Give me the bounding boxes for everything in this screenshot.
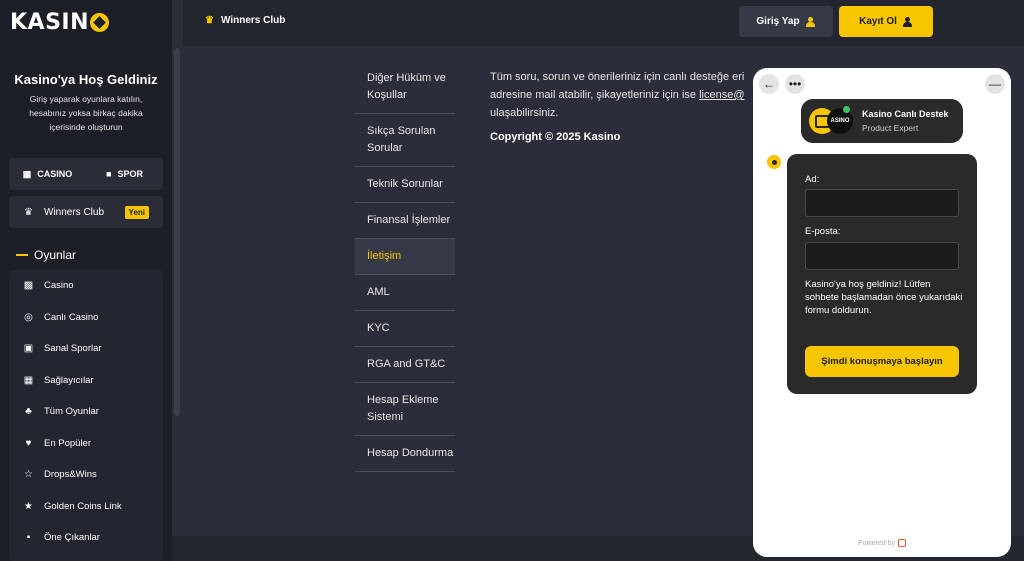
name-field[interactable] [805, 189, 959, 217]
grid-icon: ▦ [23, 374, 34, 386]
sidebar-item-one-cikanlar[interactable]: ▪ Öne Çıkanlar [9, 522, 163, 554]
gamepad-icon: ▣ [23, 343, 34, 355]
jersey-icon: ■ [106, 169, 112, 179]
games-heading: Oyunlar [16, 248, 76, 262]
user-icon [805, 16, 816, 27]
more-options-icon[interactable]: ••• [785, 74, 805, 94]
online-status-dot [843, 106, 850, 113]
sidebar-item-en-populer[interactable]: ♥ En Popüler [9, 428, 163, 460]
sidebar-item-label: Golden Coins Link [44, 500, 122, 512]
tab-spor-label: SPOR [117, 169, 143, 179]
info-menu: Diğer Hüküm ve Koşullar Sıkça Sorulan So… [355, 61, 455, 472]
sidebar-item-label: En Popüler [44, 437, 92, 449]
tab-casino-label: CASINO [37, 169, 73, 179]
tab-casino[interactable]: ▦ CASINO [9, 158, 86, 190]
email-field[interactable] [805, 242, 959, 270]
logo-o-icon [90, 13, 110, 32]
logo[interactable]: KASIN [10, 10, 110, 35]
header-winners-club-label: Winners Club [220, 15, 286, 26]
powered-by: Powered by [753, 539, 1011, 547]
menu-item-finansal-islemler[interactable]: Finansal İşlemler [355, 203, 455, 239]
form-note: Kasino'ya hoş geldiniz! Lütfen sohbete b… [805, 279, 963, 316]
agent-name: Kasino Canlı Destek [862, 109, 949, 119]
sidebar-item-tum-oyunlar[interactable]: ♣ Tüm Oyunlar [9, 396, 163, 428]
name-label: Ad: [805, 174, 820, 185]
crown-icon: ♛ [24, 206, 33, 218]
product-tabs: ▦ CASINO ■ SPOR [9, 158, 163, 190]
roulette-icon: ◎ [24, 311, 33, 323]
menu-item-sss[interactable]: Sıkça Sorulan Sorular [355, 114, 455, 167]
logo-text: KASIN [10, 10, 90, 35]
menu-item-diger-hukum[interactable]: Diğer Hüküm ve Koşullar [355, 61, 455, 114]
login-button[interactable]: Giriş Yap [739, 6, 833, 37]
register-button[interactable]: Kayıt Ol [839, 6, 933, 37]
menu-item-hesap-dondurma[interactable]: Hesap Dondurma [355, 436, 455, 472]
copyright: Copyright © 2025 Kasino [490, 131, 621, 143]
menu-item-kyc[interactable]: KYC [355, 311, 455, 347]
cup-icon: ★ [24, 500, 33, 512]
live-chat-widget: ← ••• — ASINO Kasino Canlı Destek Produc… [753, 68, 1011, 557]
header-winners-club-link[interactable]: ♛ Winners Club [205, 15, 285, 26]
sidebar-item-label: Sanal Sporlar [44, 343, 102, 355]
sidebar-item-canli-casino[interactable]: ◎ Canlı Casino [9, 302, 163, 334]
sidebar-item-label: Sağlayıcılar [44, 374, 94, 386]
back-arrow-icon[interactable]: ← [759, 74, 779, 94]
crown-icon: ♛ [205, 15, 214, 26]
sidebar-scrollbar[interactable] [174, 48, 180, 416]
start-chat-button[interactable]: Şimdi konuşmaya başlayın [805, 346, 959, 377]
contact-line-2: adresine mail atabilir, şikayetleriniz i… [490, 86, 760, 104]
menu-item-rga[interactable]: RGA and GT&C [355, 347, 455, 383]
heading-bar [16, 254, 28, 256]
register-label: Kayıt Ol [859, 16, 897, 27]
gift-icon: ▪ [26, 532, 31, 544]
welcome-text: Giriş yaparak oyunlara katılın, hesabını… [29, 94, 143, 132]
agent-avatar: ASINO [809, 106, 853, 134]
contact-line-2-text: adresine mail atabilir, şikayetleriniz i… [490, 89, 700, 101]
sidebar-item-label: Öne Çıkanlar [44, 532, 100, 544]
sidebar-item-sanal-sporlar[interactable]: ▣ Sanal Sporlar [9, 333, 163, 365]
games-list: ▩ Casino ◎ Canlı Casino ▣ Sanal Sporlar … [9, 270, 163, 561]
sidebar-item-label: Canlı Casino [44, 311, 99, 323]
menu-item-aml[interactable]: AML [355, 275, 455, 311]
menu-item-teknik-sorunlar[interactable]: Teknik Sorunlar [355, 167, 455, 203]
prechat-form: Ad: E-posta: Kasino'ya hoş geldiniz! Lüt… [787, 154, 977, 394]
games-heading-label: Oyunlar [34, 248, 77, 262]
top-header: ♛ Winners Club Giriş Yap Kayıt Ol [183, 0, 1024, 46]
avatar-text: ASINO [830, 118, 850, 124]
login-label: Giriş Yap [756, 16, 800, 27]
sidebar-item-drops-wins[interactable]: ☆ Drops&Wins [9, 459, 163, 491]
welcome-title: Kasino'ya Hoş Geldiniz [14, 72, 158, 87]
agent-card: ASINO Kasino Canlı Destek Product Expert [801, 99, 963, 143]
sidebar-item-label: Tüm Oyunlar [44, 406, 99, 418]
contact-text: Tüm soru, sorun ve önerileriniz için can… [490, 68, 760, 122]
bot-avatar-icon [767, 155, 781, 169]
email-label: E-posta: [805, 226, 841, 237]
cherry-icon: ♣ [25, 406, 32, 418]
contact-line-1: Tüm soru, sorun ve önerileriniz için can… [490, 71, 745, 83]
new-badge: Yeni [124, 205, 149, 219]
sidebar-item-winners-club[interactable]: ♛ Winners Club Yeni [9, 196, 163, 228]
license-email-link[interactable]: license@ [699, 89, 744, 101]
menu-item-iletisim[interactable]: İletişim [355, 239, 455, 275]
sidebar-item-label: Casino [44, 280, 74, 292]
agent-role: Product Expert [862, 123, 919, 133]
sidebar-item-label: Drops&Wins [44, 469, 97, 481]
contact-line-3: ulaşabilirsiniz. [490, 107, 559, 119]
sidebar: KASIN Kasino'ya Hoş Geldiniz Giriş yapar… [0, 0, 172, 561]
minimize-icon[interactable]: — [985, 74, 1005, 94]
sidebar-item-golden-coins-link[interactable]: ★ Golden Coins Link [9, 491, 163, 523]
menu-item-hesap-ekleme[interactable]: Hesap Ekleme Sistemi [355, 383, 455, 436]
sidebar-item-label: Winners Club [44, 206, 105, 218]
tab-spor[interactable]: ■ SPOR [86, 158, 163, 190]
user-plus-icon [902, 16, 913, 27]
kasino-avatar: ASINO [827, 108, 853, 134]
powered-by-label: Powered by [858, 539, 895, 547]
heart-icon: ♥ [25, 437, 32, 449]
trophy-icon: ☆ [24, 469, 33, 481]
slot-icon: ▦ [22, 168, 32, 179]
sidebar-item-saglayicilar[interactable]: ▦ Sağlayıcılar [9, 365, 163, 397]
sidebar-item-casino[interactable]: ▩ Casino [9, 270, 163, 302]
slot-machine-icon: ▩ [23, 280, 34, 292]
provider-logo-icon [897, 539, 906, 547]
